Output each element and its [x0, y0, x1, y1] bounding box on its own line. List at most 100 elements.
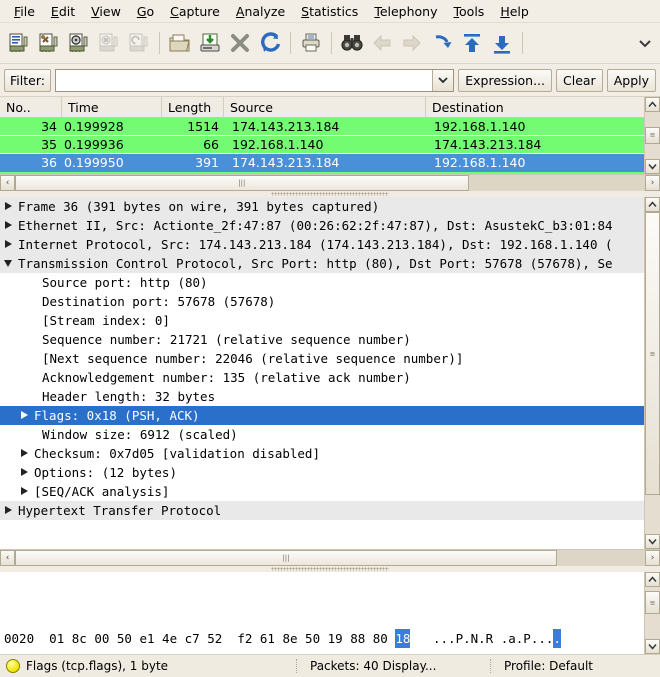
- filter-history-chevron-down-icon[interactable]: [432, 69, 454, 91]
- reload-icon[interactable]: [255, 27, 285, 59]
- table-row-selected[interactable]: 36 0.199950 391 174.143.213.184 192.168.…: [0, 154, 644, 172]
- table-row[interactable]: 35 0.199936 66 192.168.1.140 174.143.213…: [0, 136, 644, 154]
- menu-item-analyze[interactable]: Analyze: [228, 2, 293, 21]
- clear-filter-button[interactable]: Clear: [556, 68, 603, 92]
- toolbar-overflow-chevron-icon[interactable]: [634, 27, 656, 59]
- menu-item-view[interactable]: View: [83, 2, 129, 21]
- scroll-down-arrow-icon[interactable]: [645, 534, 660, 549]
- find-packet-icon[interactable]: [337, 27, 367, 59]
- menu-item-go[interactable]: Go: [129, 2, 162, 21]
- start-capture-icon[interactable]: [64, 27, 94, 59]
- tree-row-destination-port[interactable]: Destination port: 57678 (57678): [0, 292, 644, 311]
- menu-item-telephony[interactable]: Telephony: [366, 2, 445, 21]
- tree-row-seq-ack-analysis[interactable]: [SEQ/ACK analysis]: [0, 482, 644, 501]
- tree-row-label: Options: (12 bytes): [34, 465, 177, 480]
- filter-label[interactable]: Filter:: [4, 68, 51, 92]
- expander-collapsed-icon[interactable]: [0, 221, 16, 230]
- capture-options-icon[interactable]: [34, 27, 64, 59]
- tree-row-source-port[interactable]: Source port: http (80): [0, 273, 644, 292]
- open-file-icon[interactable]: [165, 27, 195, 59]
- status-field-label: Flags (tcp.flags), 1 byte: [26, 659, 169, 673]
- packet-bytes-pane: 0020 01 8c 00 50 e1 4e c7 52 f2 61 8e 50…: [0, 572, 660, 654]
- expander-collapsed-icon[interactable]: [0, 202, 16, 211]
- menu-item-capture[interactable]: Capture: [162, 2, 228, 21]
- tree-row-ip[interactable]: Internet Protocol, Src: 174.143.213.184 …: [0, 235, 644, 254]
- scroll-track[interactable]: ≡: [645, 587, 660, 639]
- tree-row-options[interactable]: Options: (12 bytes): [0, 463, 644, 482]
- column-header-source[interactable]: Source: [224, 97, 426, 118]
- status-field-section[interactable]: Flags (tcp.flags), 1 byte: [0, 655, 174, 677]
- table-row[interactable]: 34 0.199928 1514 174.143.213.184 192.168…: [0, 118, 644, 136]
- close-file-icon[interactable]: [225, 27, 255, 59]
- menu-item-edit[interactable]: Edit: [43, 2, 83, 21]
- scroll-down-arrow-icon[interactable]: [645, 159, 660, 174]
- tree-row-ethernet[interactable]: Ethernet II, Src: Actionte_2f:47:87 (00:…: [0, 216, 644, 235]
- packet-list-pane: No.. Time Length Source Destination 34 0…: [0, 97, 660, 191]
- tree-row-checksum[interactable]: Checksum: 0x7d05 [validation disabled]: [0, 444, 644, 463]
- tree-row-tcp[interactable]: Transmission Control Protocol, Src Port:…: [0, 254, 644, 273]
- scroll-track[interactable]: ≡: [645, 212, 660, 534]
- scroll-up-arrow-icon[interactable]: [645, 97, 660, 112]
- packet-list-vertical-scrollbar[interactable]: ≡: [644, 97, 660, 174]
- scroll-thumb[interactable]: |||: [15, 175, 469, 191]
- tree-row-next-sequence-number[interactable]: [Next sequence number: 22046 (relative s…: [0, 349, 644, 368]
- stop-capture-icon: [94, 27, 124, 59]
- scroll-thumb[interactable]: ≡: [645, 591, 660, 615]
- packet-detail-horizontal-scrollbar[interactable]: ‹ ||| ›: [0, 549, 660, 566]
- go-last-packet-icon[interactable]: [487, 27, 517, 59]
- menu-item-tools[interactable]: Tools: [446, 2, 493, 21]
- scroll-up-arrow-icon[interactable]: [645, 197, 660, 212]
- tree-row-acknowledgement-number[interactable]: Acknowledgement number: 135 (relative ac…: [0, 368, 644, 387]
- status-packets-section[interactable]: Packets: 40 Display...: [304, 655, 486, 677]
- expander-collapsed-icon[interactable]: [16, 411, 32, 420]
- expander-collapsed-icon[interactable]: [16, 468, 32, 477]
- tree-row-window-size[interactable]: Window size: 6912 (scaled): [0, 425, 644, 444]
- tree-row-frame[interactable]: Frame 36 (391 bytes on wire, 391 bytes c…: [0, 197, 644, 216]
- scroll-down-arrow-icon[interactable]: [645, 639, 660, 654]
- go-to-packet-icon[interactable]: [427, 27, 457, 59]
- scroll-track[interactable]: |||: [15, 550, 645, 566]
- status-profile-section[interactable]: Profile: Default: [498, 655, 660, 677]
- scroll-track[interactable]: ≡: [645, 112, 660, 159]
- scroll-left-arrow-icon[interactable]: ‹: [0, 550, 15, 566]
- scroll-thumb[interactable]: ≡: [645, 212, 660, 496]
- scroll-thumb[interactable]: |||: [15, 550, 557, 566]
- scroll-right-arrow-icon[interactable]: ›: [645, 175, 660, 191]
- expression-button[interactable]: Expression...: [458, 68, 552, 92]
- menu-item-statistics[interactable]: Statistics: [293, 2, 366, 21]
- packet-bytes-vertical-scrollbar[interactable]: ≡: [644, 572, 660, 654]
- expander-collapsed-icon[interactable]: [0, 240, 16, 249]
- column-header-length[interactable]: Length: [162, 97, 224, 118]
- scroll-right-arrow-icon[interactable]: ›: [645, 550, 660, 566]
- tree-row-stream-index[interactable]: [Stream index: 0]: [0, 311, 644, 330]
- tree-row-header-length[interactable]: Header length: 32 bytes: [0, 387, 644, 406]
- apply-filter-button[interactable]: Apply: [606, 68, 656, 92]
- expander-collapsed-icon[interactable]: [16, 487, 32, 496]
- expander-collapsed-icon[interactable]: [16, 449, 32, 458]
- hex-row[interactable]: 0020 01 8c 00 50 e1 4e c7 52 f2 61 8e 50…: [4, 629, 644, 648]
- scroll-up-arrow-icon[interactable]: [645, 572, 660, 587]
- interfaces-icon[interactable]: [4, 27, 34, 59]
- scroll-track[interactable]: |||: [15, 175, 645, 191]
- expert-info-led-icon[interactable]: [6, 659, 20, 673]
- expander-collapsed-icon[interactable]: [0, 506, 16, 515]
- packet-detail-vertical-scrollbar[interactable]: ≡: [644, 197, 660, 549]
- menu-item-help[interactable]: Help: [492, 2, 537, 21]
- packet-list-horizontal-scrollbar[interactable]: ‹ ||| ›: [0, 174, 660, 191]
- expander-expanded-icon[interactable]: [0, 259, 16, 268]
- tree-row-sequence-number[interactable]: Sequence number: 21721 (relative sequenc…: [0, 330, 644, 349]
- column-header-time[interactable]: Time: [62, 97, 162, 118]
- filter-input[interactable]: [55, 69, 433, 91]
- print-icon[interactable]: [296, 27, 326, 59]
- save-file-icon[interactable]: [195, 27, 225, 59]
- column-header-destination[interactable]: Destination: [426, 97, 644, 118]
- menu-item-file[interactable]: File: [6, 2, 43, 21]
- go-first-packet-icon[interactable]: [457, 27, 487, 59]
- tree-row-http[interactable]: Hypertext Transfer Protocol: [0, 501, 644, 520]
- tree-row-label: Checksum: 0x7d05 [validation disabled]: [34, 446, 320, 461]
- table-row[interactable]: 37 0.199955 66 192.168.1.140 174.143.213…: [0, 172, 644, 174]
- column-header-no[interactable]: No..: [0, 97, 62, 118]
- tree-row-flags-selected[interactable]: Flags: 0x18 (PSH, ACK): [0, 406, 644, 425]
- scroll-thumb[interactable]: ≡: [645, 127, 660, 144]
- scroll-left-arrow-icon[interactable]: ‹: [0, 175, 15, 191]
